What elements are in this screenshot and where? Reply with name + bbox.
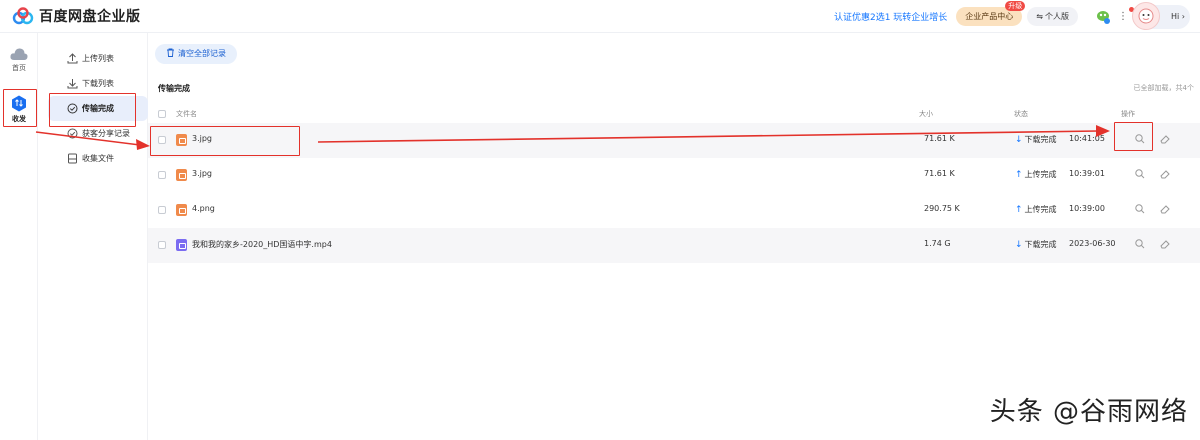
file-size: 71.61 K: [924, 169, 955, 178]
cloud-icon: [10, 48, 28, 60]
upload-arrow-icon: ↑: [1015, 170, 1023, 180]
file-size: 71.61 K: [924, 134, 955, 143]
upload-arrow-icon: ↑: [1015, 205, 1023, 215]
file-size: 290.75 K: [924, 204, 960, 213]
upgrade-badge: 升级: [1005, 1, 1026, 11]
subnav-item-collect-files[interactable]: 收集文件: [48, 146, 148, 171]
table-row[interactable]: 4.png 290.75 K ↑ 上传完成 10:39:00: [148, 193, 1200, 228]
locate-file-search-icon[interactable]: [1134, 238, 1146, 250]
image-file-icon: [176, 169, 187, 181]
app-title: 百度网盘企业版: [39, 9, 141, 25]
collect-icon: [68, 153, 77, 164]
column-header-size: 大小: [919, 110, 933, 118]
transfer-time: 10:39:01: [1069, 169, 1105, 178]
loaded-count-note: 已全部加载，共4个: [1133, 84, 1194, 92]
share-record-icon: [67, 128, 78, 139]
annotation-box-subnav: [49, 93, 136, 127]
personal-edition-button[interactable]: ⇋ 个人版: [1027, 7, 1078, 26]
avatar-face-icon: [1138, 8, 1154, 23]
main-panel: 清空全部记录 传输完成 已全部加载，共4个 文件名 大小 状态 操作 3.jpg…: [148, 33, 1200, 440]
transfer-time: 2023-06-30: [1069, 239, 1116, 248]
row-checkbox[interactable]: [158, 241, 166, 249]
task-center-icon[interactable]: [1095, 9, 1111, 25]
annotation-box-action: [1114, 122, 1153, 151]
transfer-status: ↑ 上传完成: [1015, 170, 1057, 180]
subnav-label: 上传列表: [82, 54, 114, 63]
subnav-label: 获客分享记录: [82, 129, 130, 138]
enterprise-center-label: 企业产品中心: [965, 12, 1014, 21]
clear-record-eraser-icon[interactable]: [1159, 133, 1171, 145]
user-greeting: Hi ›: [1171, 12, 1185, 21]
download-arrow-icon: ↓: [1015, 240, 1023, 250]
promo-link[interactable]: 认证优惠2选1 玩转企业增长: [834, 10, 947, 23]
subnav-label: 收集文件: [82, 154, 114, 163]
watermark-text: 头条 @谷雨网络: [989, 397, 1188, 427]
column-header-status: 状态: [1014, 110, 1028, 118]
table-row[interactable]: 3.jpg 71.61 K ↑ 上传完成 10:39:01: [148, 158, 1200, 193]
file-name[interactable]: 我和我的家乡-2020_HD国语中字.mp4: [192, 239, 332, 250]
upload-icon: [67, 53, 78, 64]
personal-edition-label: 个人版: [1045, 12, 1069, 21]
transfer-status: ↑ 上传完成: [1015, 205, 1057, 215]
row-checkbox[interactable]: [158, 171, 166, 179]
switch-icon: ⇋: [1036, 12, 1043, 21]
table-row[interactable]: 我和我的家乡-2020_HD国语中字.mp4 1.74 G ↓ 下载完成 2023…: [148, 228, 1200, 263]
section-title: 传输完成: [158, 84, 190, 93]
row-checkbox[interactable]: [158, 206, 166, 214]
rail-label-home: 首页: [12, 64, 26, 72]
clear-all-records-label: 清空全部记录: [178, 49, 226, 58]
avatar: [1132, 1, 1160, 30]
top-bar: 百度网盘企业版 认证优惠2选1 玩转企业增长 企业产品中心 升级 ⇋个人版 ⋮: [0, 0, 1200, 33]
clear-all-records-button[interactable]: 清空全部记录: [155, 44, 237, 64]
file-size: 1.74 G: [924, 239, 951, 248]
annotation-box-file: [150, 126, 300, 156]
file-name[interactable]: 4.png: [192, 204, 215, 213]
clear-record-eraser-icon[interactable]: [1159, 238, 1171, 250]
locate-file-search-icon[interactable]: [1134, 168, 1146, 180]
column-header-name: 文件名: [176, 110, 197, 118]
app-window: 百度网盘企业版 认证优惠2选1 玩转企业增长 企业产品中心 升级 ⇋个人版 ⋮: [0, 0, 1200, 440]
transfer-time: 10:41:05: [1069, 134, 1105, 143]
clear-record-eraser-icon[interactable]: [1159, 203, 1171, 215]
subnav-label: 下载列表: [82, 79, 114, 88]
enterprise-center-button[interactable]: 企业产品中心 升级: [956, 1, 1026, 26]
transfer-status: ↓ 下载完成: [1015, 240, 1057, 250]
locate-file-search-icon[interactable]: [1134, 203, 1146, 215]
column-header-actions: 操作: [1121, 110, 1135, 118]
transfer-status: ↓ 下载完成: [1015, 135, 1057, 145]
rail-item-home[interactable]: 首页: [0, 47, 38, 73]
transfer-time: 10:39:00: [1069, 204, 1105, 213]
download-arrow-icon: ↓: [1015, 135, 1023, 145]
select-all-checkbox[interactable]: [158, 110, 166, 118]
table-header: 文件名 大小 状态 操作: [148, 105, 1200, 123]
video-file-icon: [176, 239, 187, 251]
download-icon: [67, 79, 78, 89]
annotation-box-rail: [3, 89, 37, 127]
more-menu-icon[interactable]: ⋮: [1118, 7, 1134, 22]
trash-icon: [167, 48, 174, 57]
table-row[interactable]: 3.jpg 71.61 K ↓ 下载完成 10:41:05: [148, 123, 1200, 158]
top-right-area: 认证优惠2选1 玩转企业增长 企业产品中心 升级 ⇋ 个人版 ⋮ Hi ›: [834, 0, 1190, 33]
file-name[interactable]: 3.jpg: [192, 169, 212, 178]
user-menu[interactable]: Hi ›: [1132, 1, 1190, 30]
subnav-item-upload-list[interactable]: 上传列表: [48, 46, 148, 71]
app-logo[interactable]: 百度网盘企业版: [12, 6, 141, 26]
clear-record-eraser-icon[interactable]: [1159, 168, 1171, 180]
baidu-netdisk-logo-icon: [12, 7, 34, 25]
image-file-icon: [176, 204, 187, 216]
